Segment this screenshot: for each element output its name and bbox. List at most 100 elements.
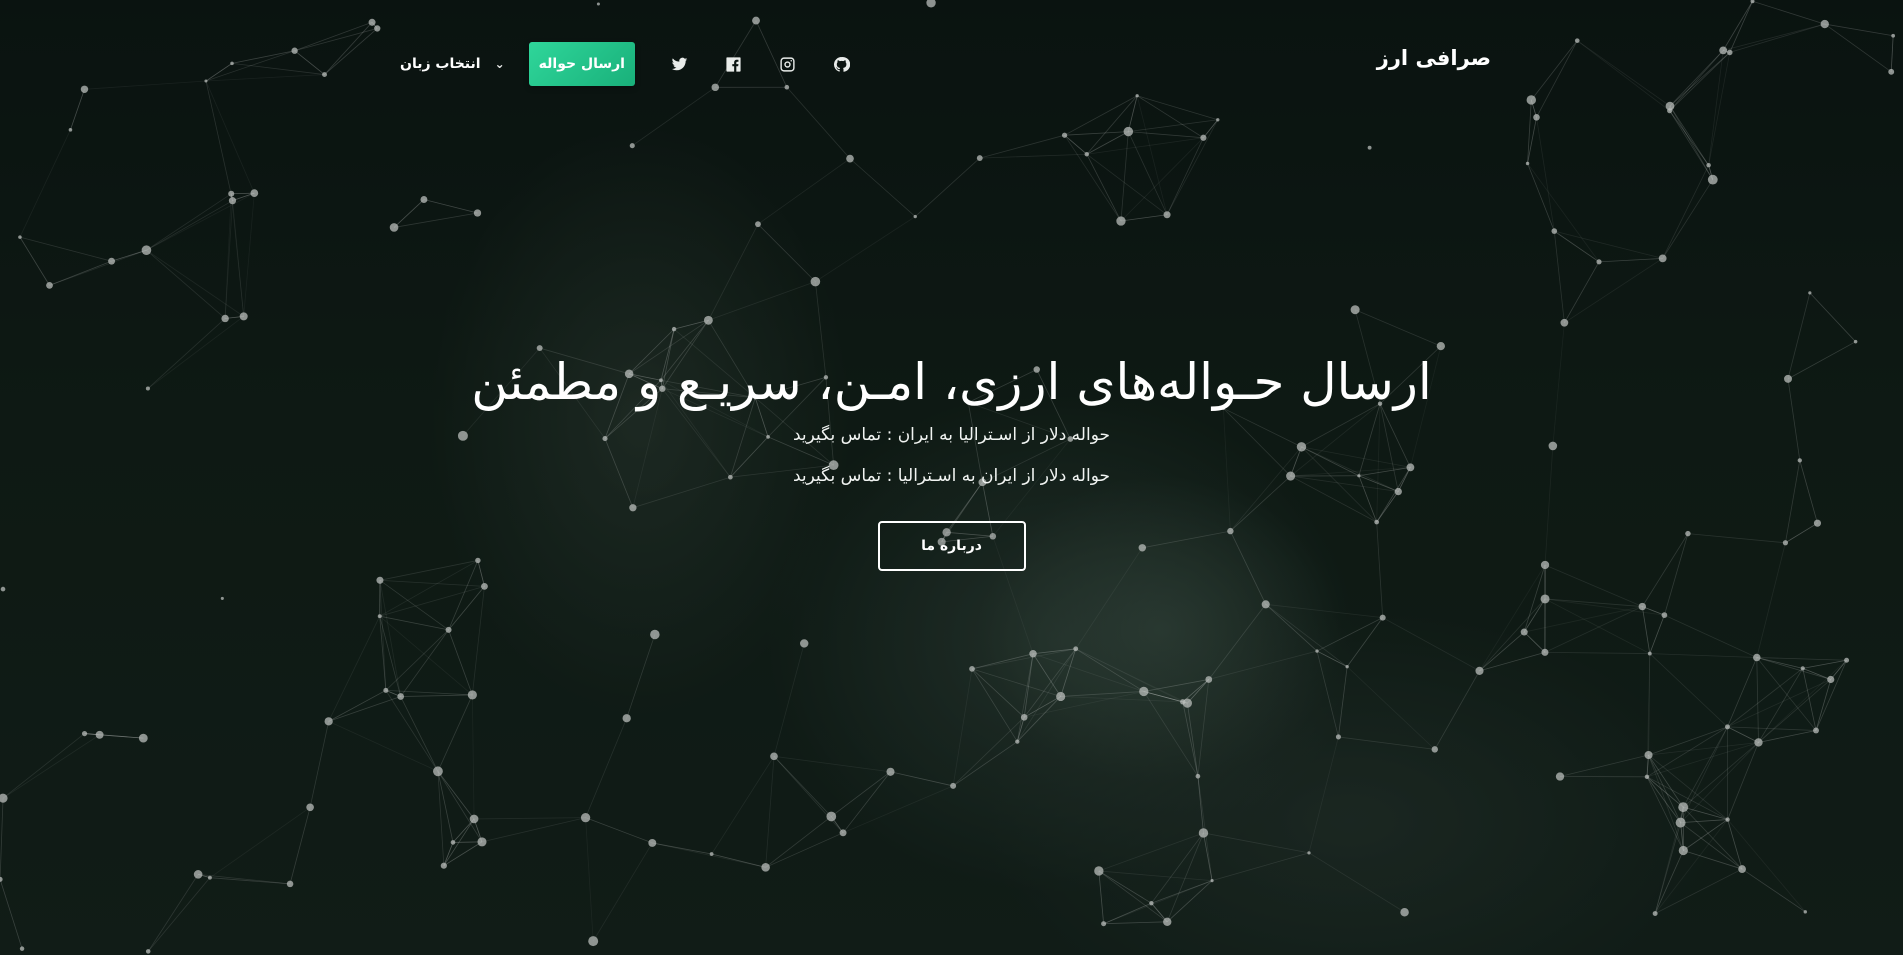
network-link [952, 741, 1018, 787]
network-link [1756, 657, 1847, 661]
network-link [971, 668, 1018, 742]
network-link [1756, 657, 1817, 731]
network-node [1551, 228, 1558, 234]
network-node [1525, 161, 1530, 166]
network-node [239, 312, 248, 321]
network-node [1853, 339, 1858, 344]
network-node [1800, 666, 1805, 671]
network-link [437, 771, 483, 843]
network-link [1265, 604, 1348, 667]
network-node [1379, 614, 1386, 621]
network-link [1752, 0, 1825, 25]
network-node [1094, 866, 1104, 876]
network-node [0, 586, 6, 592]
network-node [629, 143, 635, 149]
network-link [1815, 660, 1847, 731]
network-link [309, 721, 330, 808]
network-link [1120, 214, 1168, 222]
network-node [1647, 651, 1652, 656]
network-node [68, 128, 73, 132]
network-node [228, 190, 235, 197]
network-node [481, 582, 488, 590]
network-link [1664, 614, 1757, 658]
network-link [437, 694, 473, 772]
network-link [773, 643, 805, 757]
network-link [224, 193, 232, 319]
hero-section: ارسال حـواله‌های ارزی، امـن، سریـع و مطم… [0, 350, 1903, 572]
network-link [1075, 648, 1144, 692]
network-link [1559, 754, 1649, 777]
network-node [1560, 318, 1569, 327]
network-node [1844, 657, 1850, 663]
network-link [474, 817, 586, 820]
network-link [952, 668, 973, 786]
network-node [1725, 724, 1730, 730]
network-node [1706, 162, 1711, 168]
network-link [1544, 598, 1650, 654]
facebook-link[interactable] [707, 42, 761, 86]
network-link [1120, 137, 1204, 222]
network-link [585, 718, 628, 818]
network-link [1354, 309, 1442, 347]
brand-logo[interactable]: صرافی ارز [1377, 46, 1492, 70]
network-link [198, 873, 291, 885]
network-link [1648, 754, 1684, 808]
network-link [1032, 653, 1144, 692]
network-link [1434, 670, 1480, 750]
network-link [1203, 832, 1310, 854]
network-link [1758, 679, 1831, 743]
network-link [1064, 134, 1122, 222]
network-node [220, 596, 224, 600]
network-link [1064, 131, 1129, 136]
network-node [1200, 134, 1207, 141]
network-link [1098, 870, 1105, 924]
send-transfer-button[interactable]: ارسال حواله [528, 42, 635, 86]
network-node [1541, 648, 1549, 656]
network-link [49, 249, 147, 286]
network-node [913, 214, 917, 219]
network-node [1367, 145, 1372, 150]
network-node [445, 626, 452, 633]
network-node [1808, 291, 1812, 295]
network-link [400, 696, 439, 772]
network-link [1479, 598, 1546, 672]
network-link [765, 756, 775, 868]
network-node [440, 862, 447, 869]
network-node [1163, 917, 1172, 927]
network-node [1658, 254, 1667, 263]
network-link [1669, 105, 1714, 180]
network-link [0, 798, 4, 880]
network-node [1345, 664, 1349, 669]
network-link [1182, 679, 1210, 703]
network-link [1727, 657, 1758, 728]
facebook-icon [726, 56, 742, 72]
network-link [471, 586, 485, 695]
network-link [147, 874, 199, 952]
network-link [1151, 832, 1204, 904]
twitter-link[interactable] [653, 42, 707, 86]
network-node [709, 852, 714, 856]
about-us-button[interactable]: درباره ما [877, 521, 1026, 572]
network-link [0, 879, 23, 949]
network-link [1086, 153, 1168, 216]
network-node [761, 863, 770, 872]
network-link [711, 756, 775, 855]
network-node [389, 223, 399, 232]
network-link [1197, 776, 1213, 881]
network-node [1827, 675, 1835, 684]
network-node [250, 189, 259, 197]
network-link [1564, 258, 1663, 324]
network-node [397, 693, 405, 700]
network-node [969, 666, 975, 672]
network-node [1725, 817, 1730, 822]
network-link [632, 86, 716, 147]
network-node [1644, 750, 1653, 760]
instagram-link[interactable] [761, 42, 815, 86]
network-node [1101, 921, 1107, 927]
network-node [1644, 774, 1650, 780]
network-node [1431, 746, 1439, 753]
network-link [1802, 659, 1847, 669]
network-link [146, 249, 226, 319]
github-link[interactable] [815, 42, 869, 86]
language-select[interactable]: ⌄ انتخاب زبان [400, 56, 505, 72]
